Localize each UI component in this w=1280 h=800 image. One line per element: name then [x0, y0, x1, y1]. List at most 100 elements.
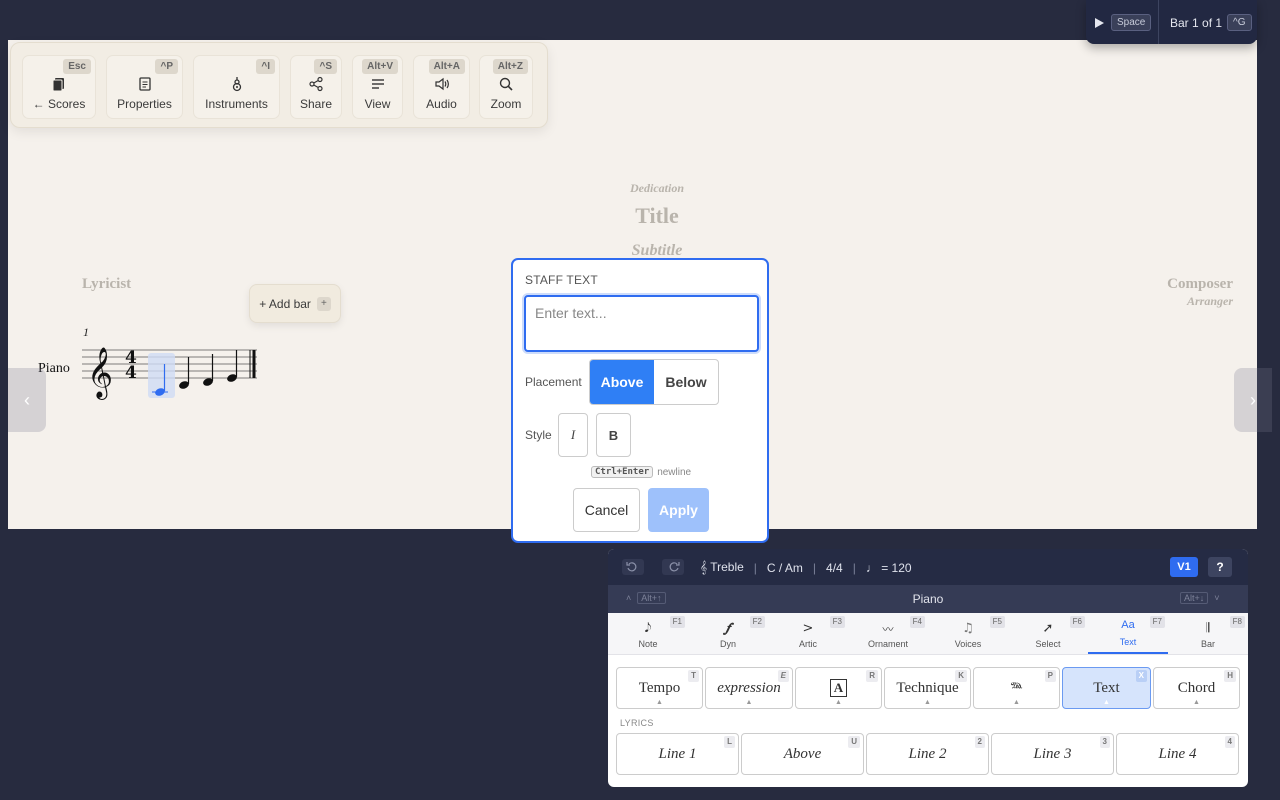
- dynamics-icon: 𝆑: [725, 621, 731, 636]
- staff-text-input[interactable]: [524, 295, 759, 352]
- next-instrument-button[interactable]: Alt+↓ ˅: [1180, 592, 1220, 604]
- undo-icon[interactable]: [622, 559, 644, 575]
- key-status[interactable]: C / Am: [767, 561, 803, 575]
- chevron-down-icon: ˅: [1214, 593, 1220, 603]
- tab-text[interactable]: F7 Aa Text: [1088, 613, 1168, 654]
- current-instrument[interactable]: Piano: [608, 592, 1248, 606]
- pedal-button[interactable]: 𝆮 P ▲: [973, 667, 1060, 709]
- audio-button[interactable]: Alt+A Audio: [413, 55, 470, 119]
- shortcut-badge: Alt+A: [428, 59, 465, 74]
- chevron-right-icon: ›: [1250, 389, 1256, 410]
- bold-button[interactable]: B: [596, 413, 631, 457]
- button-label: expression: [717, 679, 781, 696]
- button-shortcut: 4: [1224, 736, 1235, 748]
- title-text[interactable]: Title: [580, 203, 734, 229]
- properties-button[interactable]: ^P Properties: [106, 55, 183, 119]
- arranger-text[interactable]: Arranger: [1120, 294, 1233, 309]
- placement-above-button[interactable]: Above: [590, 360, 654, 404]
- view-button[interactable]: Alt+V View: [352, 55, 403, 119]
- tempo-text-button[interactable]: Tempo T ▲: [616, 667, 703, 709]
- text-icon: Aa: [1121, 619, 1135, 631]
- tab-select[interactable]: F6 ➚ Select: [1008, 613, 1088, 654]
- tab-dynamics[interactable]: F2 𝆑 Dyn: [688, 613, 768, 654]
- rehearsal-mark-button[interactable]: A R ▲: [795, 667, 882, 709]
- button-shortcut: R: [866, 670, 878, 682]
- play-button[interactable]: Space: [1094, 14, 1152, 31]
- next-instrument-shortcut: Alt+↓: [1180, 592, 1209, 604]
- chord-symbol-button[interactable]: Chord H ▲: [1153, 667, 1240, 709]
- tempo-status[interactable]: ♩ = 120: [866, 561, 912, 575]
- tab-articulation[interactable]: F3 > Artic: [768, 613, 848, 654]
- composer-text[interactable]: Composer: [1120, 276, 1233, 293]
- lyrics-line-2-button[interactable]: Line 2 2: [866, 733, 989, 775]
- tab-bar[interactable]: F8 𝄂 Bar: [1168, 613, 1248, 654]
- apply-button[interactable]: Apply: [648, 488, 709, 532]
- shortcut-badge: ^I: [256, 59, 275, 74]
- add-bar-label: + Add bar: [259, 296, 311, 311]
- tab-label: Dyn: [719, 639, 736, 649]
- button-shortcut: T: [688, 670, 699, 682]
- add-bar-button[interactable]: + Add bar +: [249, 284, 341, 323]
- scores-button[interactable]: Esc ← Scores: [22, 55, 96, 119]
- tab-shortcut: F4: [909, 616, 925, 628]
- previous-page-button[interactable]: ‹: [8, 368, 46, 432]
- lyrics-line-4-button[interactable]: Line 4 4: [1116, 733, 1239, 775]
- bar-position[interactable]: Bar 1 of 1 ^G: [1170, 14, 1252, 31]
- tab-voices[interactable]: F5 ♫ Voices: [928, 613, 1008, 654]
- instruments-button[interactable]: ^I Instruments: [193, 55, 280, 119]
- button-label: Line 1: [658, 745, 697, 762]
- scores-label: ← Scores: [32, 97, 86, 111]
- button-shortcut: 3: [1099, 736, 1110, 748]
- tab-shortcut: F7: [1149, 616, 1165, 628]
- pedal-icon: 𝆮: [1010, 677, 1023, 699]
- tab-label: Artic: [799, 639, 817, 649]
- staff-text-button[interactable]: Text X ▲: [1062, 667, 1151, 709]
- tab-shortcut: F5: [989, 616, 1005, 628]
- audio-label: Audio: [426, 97, 457, 111]
- tab-note[interactable]: F1 𝅘𝅥𝅮 Note: [608, 613, 688, 654]
- tab-shortcut: F3: [829, 616, 845, 628]
- button-label: A: [829, 679, 848, 697]
- voice-button[interactable]: V1: [1170, 557, 1198, 577]
- dedication-text[interactable]: Dedication: [600, 181, 714, 196]
- cancel-button[interactable]: Cancel: [573, 488, 640, 532]
- button-label: Line 2: [908, 745, 947, 762]
- lyrics-line-1-button[interactable]: Line 1 L: [616, 733, 739, 775]
- placement-below-button[interactable]: Below: [654, 360, 718, 404]
- play-shortcut: Space: [1111, 14, 1152, 31]
- shortcut-badge: Alt+V: [362, 59, 398, 74]
- expression-text-button[interactable]: expression E ▲: [705, 667, 793, 709]
- hint-shortcut: Ctrl+Enter: [591, 466, 654, 478]
- expand-triangle-icon: ▲: [1103, 698, 1110, 706]
- tab-label: Select: [1035, 639, 1061, 649]
- tab-label: Note: [638, 639, 658, 649]
- staff[interactable]: 𝄞 4 4: [82, 340, 262, 402]
- chevron-left-icon: ‹: [24, 389, 30, 410]
- tab-ornament[interactable]: F4 〰 Ornament: [848, 613, 928, 654]
- lyrics-above-button[interactable]: Above U: [741, 733, 864, 775]
- panel-status-bar: 𝄞 Treble | C / Am | 4/4 | ♩ = 120 V1 ?: [608, 549, 1248, 585]
- tab-label: Text: [1119, 637, 1137, 647]
- lyricist-text[interactable]: Lyricist: [82, 276, 131, 293]
- button-label: Tempo: [638, 679, 681, 696]
- search-icon: [499, 77, 513, 91]
- separator: |: [753, 560, 757, 575]
- scores-icon: [52, 78, 64, 92]
- lyrics-line-3-button[interactable]: Line 3 3: [991, 733, 1114, 775]
- zoom-button[interactable]: Alt+Z Zoom: [479, 55, 533, 119]
- clef-status[interactable]: 𝄞 Treble: [700, 560, 744, 575]
- next-page-button[interactable]: ›: [1234, 368, 1272, 432]
- time-status[interactable]: 4/4: [826, 561, 843, 575]
- technique-text-button[interactable]: Technique K ▲: [884, 667, 971, 709]
- instruments-label: Instruments: [205, 97, 268, 111]
- tab-shortcut: F8: [1229, 616, 1245, 628]
- share-button[interactable]: ^S Share: [290, 55, 342, 119]
- button-shortcut: L: [724, 736, 735, 748]
- redo-icon[interactable]: [662, 559, 684, 575]
- expand-triangle-icon: ▲: [745, 698, 753, 706]
- view-label: View: [364, 97, 391, 111]
- mode-tabs: F1 𝅘𝅥𝅮 Note F2 𝆑 Dyn F3 > Artic F4 〰 Ornament F5…: [608, 613, 1248, 655]
- italic-button[interactable]: I: [558, 413, 588, 457]
- divider: [1158, 0, 1159, 44]
- help-button[interactable]: ?: [1208, 557, 1232, 577]
